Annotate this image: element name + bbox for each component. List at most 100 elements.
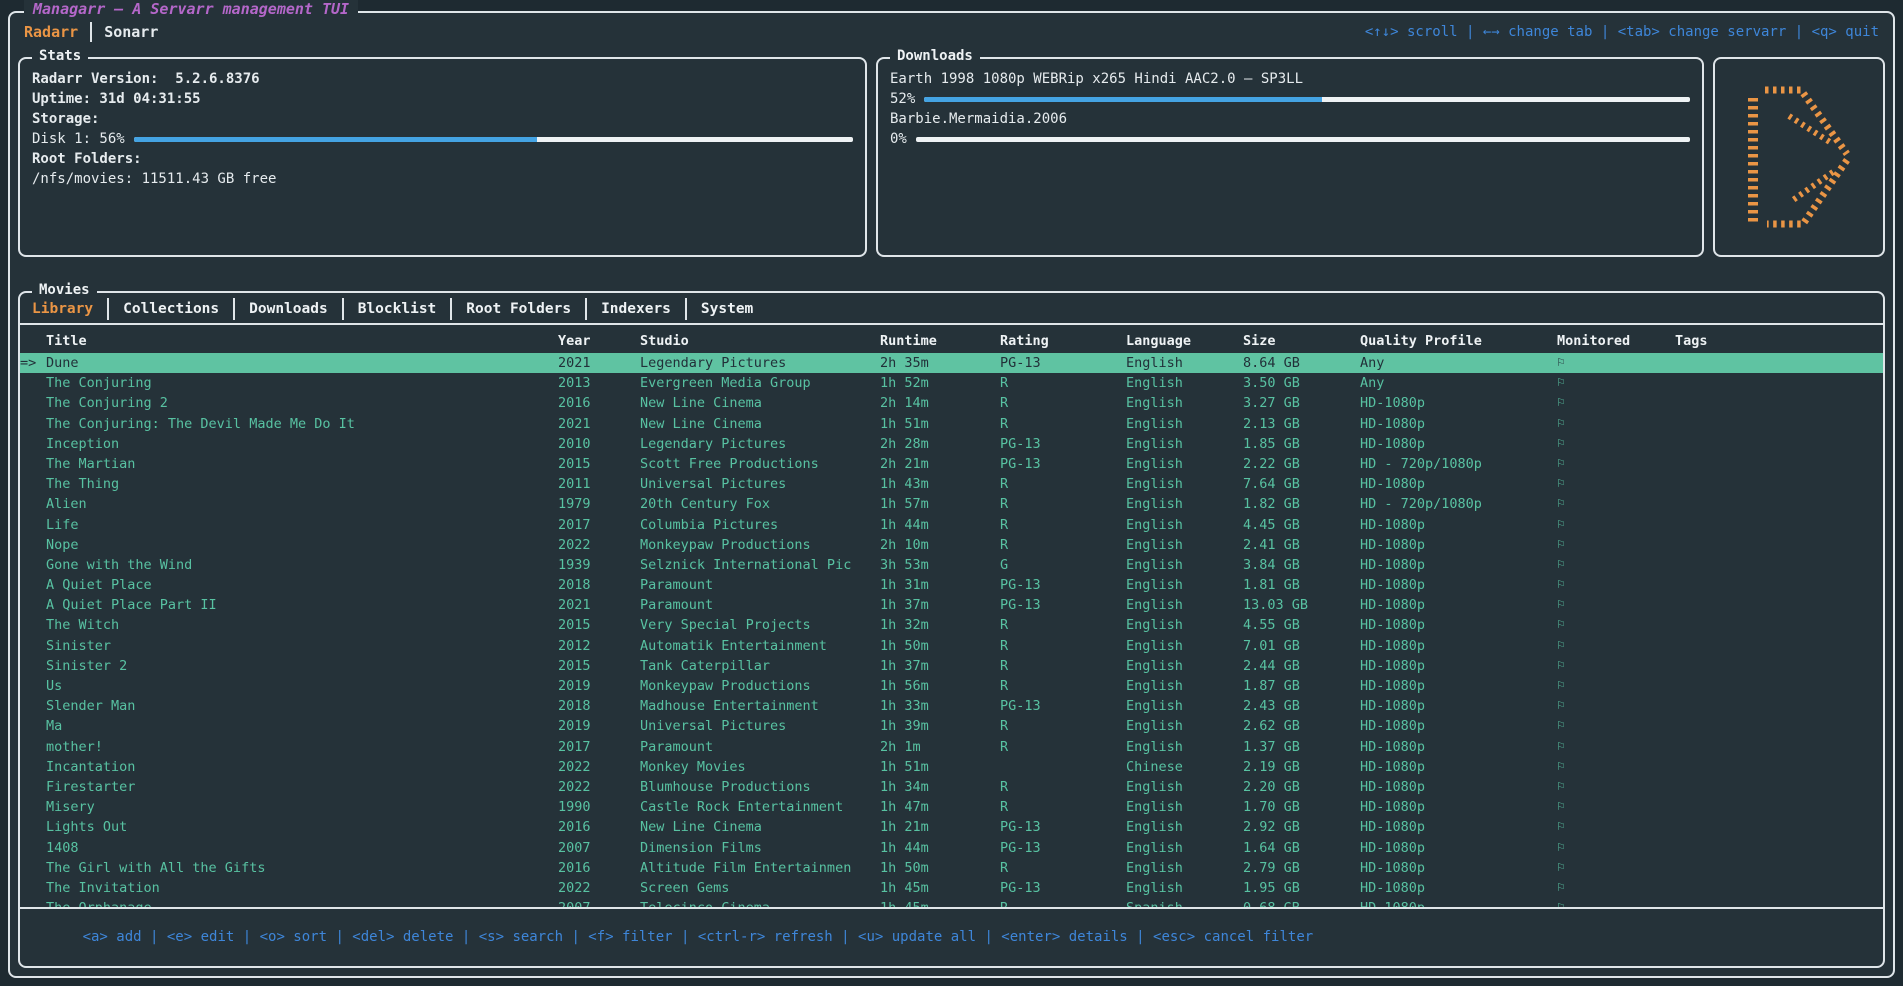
movie-row[interactable]: The Conjuring: The Devil Made Me Do It 2… xyxy=(20,414,1883,434)
movie-runtime-cell: 1h 45m xyxy=(880,878,1000,898)
tab-blocklist[interactable]: Blocklist xyxy=(358,301,437,317)
movie-row[interactable]: A Quiet Place 2018 Paramount 1h 31m PG-1… xyxy=(20,575,1883,595)
movie-runtime-cell: 1h 51m xyxy=(880,414,1000,434)
movie-row[interactable]: A Quiet Place Part II 2021 Paramount 1h … xyxy=(20,595,1883,615)
movie-rating-cell: R xyxy=(1000,737,1126,757)
movie-row[interactable]: Nope 2022 Monkeypaw Productions 2h 10m R… xyxy=(20,535,1883,555)
movie-title-cell: Life xyxy=(46,515,558,535)
movie-row[interactable]: Lights Out 2016 New Line Cinema 1h 21m P… xyxy=(20,817,1883,837)
tab-system[interactable]: System xyxy=(701,301,753,317)
movie-row[interactable]: 1408 2007 Dimension Films 1h 44m PG-13 E… xyxy=(20,838,1883,858)
selected-row-marker xyxy=(20,555,46,575)
movie-row[interactable]: Inception 2010 Legendary Pictures 2h 28m… xyxy=(20,434,1883,454)
column-header-title: Title xyxy=(46,333,558,349)
top-panels-row: Stats Radarr Version: 5.2.6.8376 Uptime:… xyxy=(18,57,1885,257)
movie-title-cell: The Witch xyxy=(46,615,558,635)
movie-language-cell: English xyxy=(1126,555,1243,575)
movie-size-cell: 3.27 GB xyxy=(1243,393,1360,413)
movie-quality-cell: HD-1080p xyxy=(1360,696,1557,716)
tab-indexers[interactable]: Indexers xyxy=(601,301,671,317)
movie-row[interactable]: Gone with the Wind 1939 Selznick Interna… xyxy=(20,555,1883,575)
tab-divider xyxy=(342,298,344,320)
movie-row[interactable]: Us 2019 Monkeypaw Productions 1h 56m R E… xyxy=(20,676,1883,696)
movie-row[interactable]: Ma 2019 Universal Pictures 1h 39m R Engl… xyxy=(20,716,1883,736)
movie-rating-cell: R xyxy=(1000,898,1126,907)
column-header-runtime: Runtime xyxy=(880,333,1000,349)
movie-runtime-cell: 3h 53m xyxy=(880,555,1000,575)
stats-panel: Stats Radarr Version: 5.2.6.8376 Uptime:… xyxy=(18,57,867,257)
movie-rating-cell: R xyxy=(1000,797,1126,817)
movie-row[interactable]: The Thing 2011 Universal Pictures 1h 43m… xyxy=(20,474,1883,494)
movie-studio-cell: Legendary Pictures xyxy=(640,434,880,454)
movie-quality-cell: HD-1080p xyxy=(1360,676,1557,696)
column-header-year: Year xyxy=(558,333,640,349)
movie-language-cell: English xyxy=(1126,494,1243,514)
movie-title-cell: 1408 xyxy=(46,838,558,858)
movie-rating-cell: PG-13 xyxy=(1000,838,1126,858)
movie-row[interactable]: The Witch 2015 Very Special Projects 1h … xyxy=(20,615,1883,635)
movie-runtime-cell: 1h 21m xyxy=(880,817,1000,837)
movie-row[interactable]: Sinister 2012 Automatik Entertainment 1h… xyxy=(20,636,1883,656)
tab-downloads[interactable]: Downloads xyxy=(249,301,328,317)
movie-size-cell: 1.87 GB xyxy=(1243,676,1360,696)
global-keybinds-help: <↑↓> scroll | ←→ change tab | <tab> chan… xyxy=(1365,24,1879,40)
movie-runtime-cell: 1h 33m xyxy=(880,696,1000,716)
selected-row-marker xyxy=(20,434,46,454)
movie-year-cell: 2019 xyxy=(558,716,640,736)
movie-row[interactable]: The Conjuring 2 2016 New Line Cinema 2h … xyxy=(20,393,1883,413)
movie-runtime-cell: 1h 34m xyxy=(880,777,1000,797)
movie-quality-cell: HD-1080p xyxy=(1360,393,1557,413)
movie-row[interactable]: Life 2017 Columbia Pictures 1h 44m R Eng… xyxy=(20,515,1883,535)
movie-rating-cell: R xyxy=(1000,535,1126,555)
movie-row[interactable]: Misery 1990 Castle Rock Entertainment 1h… xyxy=(20,797,1883,817)
movie-row[interactable]: The Martian 2015 Scott Free Productions … xyxy=(20,454,1883,474)
movie-language-cell: English xyxy=(1126,474,1243,494)
monitored-flag-icon: ⚐ xyxy=(1557,636,1675,656)
servarr-tab-radarr[interactable]: Radarr xyxy=(24,23,78,41)
table-keybinds-help: <a> add | <e> edit | <o> sort | <del> de… xyxy=(83,929,1314,945)
monitored-flag-icon: ⚐ xyxy=(1557,434,1675,454)
monitored-flag-icon: ⚐ xyxy=(1557,676,1675,696)
movie-year-cell: 2015 xyxy=(558,454,640,474)
movie-rating-cell: PG-13 xyxy=(1000,595,1126,615)
movie-row[interactable]: Alien 1979 20th Century Fox 1h 57m R Eng… xyxy=(20,494,1883,514)
movie-row[interactable]: The Orphanage 2007 Telecinco Cinema 1h 4… xyxy=(20,898,1883,907)
selected-row-marker xyxy=(20,737,46,757)
download-progress-bar xyxy=(924,97,1690,102)
movie-row[interactable]: The Girl with All the Gifts 2016 Altitud… xyxy=(20,858,1883,878)
movie-row[interactable]: Sinister 2 2015 Tank Caterpillar 1h 37m … xyxy=(20,656,1883,676)
movie-row[interactable]: Firestarter 2022 Blumhouse Productions 1… xyxy=(20,777,1883,797)
servarr-tab-sonarr[interactable]: Sonarr xyxy=(104,23,158,41)
monitored-flag-icon: ⚐ xyxy=(1557,696,1675,716)
movie-quality-cell: HD-1080p xyxy=(1360,757,1557,777)
movie-studio-cell: Paramount xyxy=(640,575,880,595)
movie-language-cell: English xyxy=(1126,454,1243,474)
movie-quality-cell: HD-1080p xyxy=(1360,414,1557,434)
movie-rating-cell: PG-13 xyxy=(1000,878,1126,898)
movie-row[interactable]: Slender Man 2018 Madhouse Entertainment … xyxy=(20,696,1883,716)
movie-title-cell: Sinister xyxy=(46,636,558,656)
movie-rating-cell: R xyxy=(1000,393,1126,413)
movie-row[interactable]: The Conjuring 2013 Evergreen Media Group… xyxy=(20,373,1883,393)
movie-language-cell: English xyxy=(1126,434,1243,454)
movie-year-cell: 2022 xyxy=(558,777,640,797)
column-header-language: Language xyxy=(1126,333,1243,349)
tab-root-folders[interactable]: Root Folders xyxy=(466,301,571,317)
tab-collections[interactable]: Collections xyxy=(123,301,219,317)
movie-tags-cell xyxy=(1675,797,1883,817)
movie-studio-cell: Screen Gems xyxy=(640,878,880,898)
movie-quality-cell: HD-1080p xyxy=(1360,716,1557,736)
movie-row[interactable]: The Invitation 2022 Screen Gems 1h 45m P… xyxy=(20,878,1883,898)
movie-row[interactable]: => Dune 2021 Legendary Pictures 2h 35m P… xyxy=(20,353,1883,373)
movie-row[interactable]: Incantation 2022 Monkey Movies 1h 51m Ch… xyxy=(20,757,1883,777)
movie-year-cell: 2015 xyxy=(558,656,640,676)
movie-year-cell: 2019 xyxy=(558,676,640,696)
movie-title-cell: Gone with the Wind xyxy=(46,555,558,575)
movie-tags-cell xyxy=(1675,595,1883,615)
movie-rating-cell: R xyxy=(1000,777,1126,797)
download-percent-label: 52% xyxy=(890,89,915,109)
selected-row-marker xyxy=(20,615,46,635)
monitored-flag-icon: ⚐ xyxy=(1557,797,1675,817)
movie-row[interactable]: mother! 2017 Paramount 2h 1m R English 1… xyxy=(20,737,1883,757)
tab-library[interactable]: Library xyxy=(32,301,93,317)
